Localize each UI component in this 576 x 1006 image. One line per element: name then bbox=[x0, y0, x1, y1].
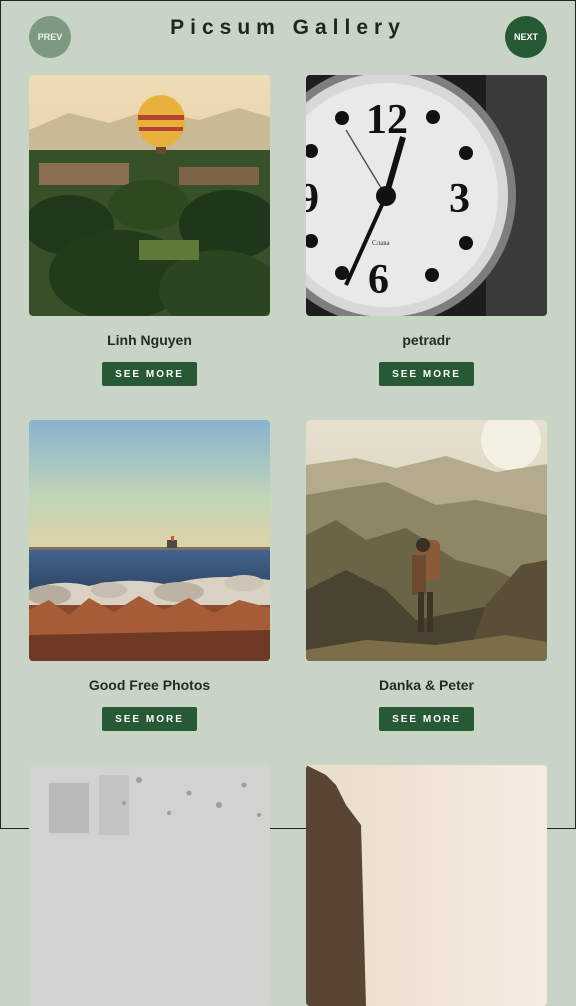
photo-sunset-rocks[interactable] bbox=[306, 765, 547, 1006]
svg-text:3: 3 bbox=[449, 176, 470, 222]
photo-raindrops[interactable] bbox=[29, 765, 270, 1006]
next-button[interactable]: NEXT bbox=[505, 16, 547, 58]
gallery-card: Linh Nguyen SEE MORE bbox=[29, 75, 270, 386]
gallery-card: 12 3 6 9 Слава petradr SEE MORE bbox=[306, 75, 547, 386]
see-more-button[interactable]: SEE MORE bbox=[379, 707, 474, 731]
svg-text:6: 6 bbox=[368, 257, 389, 303]
author-name: Linh Nguyen bbox=[107, 332, 192, 348]
svg-text:12: 12 bbox=[366, 97, 408, 143]
page-title: Picsum Gallery bbox=[170, 16, 406, 39]
see-more-button[interactable]: SEE MORE bbox=[379, 362, 474, 386]
see-more-button[interactable]: SEE MORE bbox=[102, 362, 197, 386]
svg-text:9: 9 bbox=[306, 176, 319, 222]
author-name: petradr bbox=[402, 332, 451, 348]
svg-text:Слава: Слава bbox=[372, 239, 390, 247]
photo-clock[interactable]: 12 3 6 9 Слава bbox=[306, 75, 547, 316]
gallery-card: Good Free Photos SEE MORE bbox=[29, 420, 270, 731]
photo-mountain-hiker[interactable] bbox=[306, 420, 547, 661]
gallery-card bbox=[306, 765, 547, 1006]
gallery-card: Danka & Peter SEE MORE bbox=[306, 420, 547, 731]
gallery-card bbox=[29, 765, 270, 1006]
photo-seashore[interactable] bbox=[29, 420, 270, 661]
photo-balloon-palms[interactable] bbox=[29, 75, 270, 316]
author-name: Danka & Peter bbox=[379, 677, 474, 693]
see-more-button[interactable]: SEE MORE bbox=[102, 707, 197, 731]
author-name: Good Free Photos bbox=[88, 677, 211, 693]
